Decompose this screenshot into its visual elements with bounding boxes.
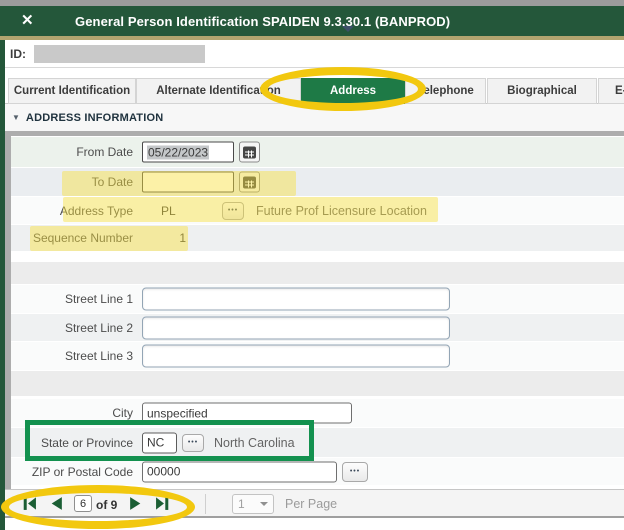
street-line-3-input[interactable] [142, 344, 450, 368]
per-page-label: Per Page [285, 497, 338, 511]
previous-record-button[interactable] [48, 496, 64, 512]
field-row-from-date: From Date 05/22/2023 [11, 137, 624, 167]
field-row-city: City unspecified [11, 399, 624, 427]
tab-email[interactable]: E- [598, 78, 624, 104]
street-line-3-label: Street Line 3 [64, 349, 133, 363]
state-description: North Carolina [214, 435, 295, 450]
id-row: ID: [5, 40, 624, 68]
address-type-label: Address Type [59, 203, 133, 218]
per-page-value: 1 [238, 497, 245, 511]
per-page-select[interactable]: 1 [232, 494, 274, 514]
tab-alternate-identification[interactable]: Alternate Identification [136, 78, 301, 104]
tab-biographical[interactable]: Biographical [487, 78, 597, 104]
state-value: NC [147, 435, 165, 450]
calendar-icon [243, 146, 256, 158]
last-record-icon [155, 497, 168, 510]
page-title: General Person Identification SPAIDEN 9.… [75, 14, 451, 29]
pagination-divider [205, 494, 206, 514]
id-label: ID: [10, 47, 26, 61]
state-lookup-button[interactable]: ••• [182, 433, 204, 452]
first-record-button[interactable] [21, 496, 37, 512]
collapse-caret-icon: ▼ [12, 113, 20, 122]
from-date-calendar-button[interactable] [239, 141, 260, 163]
field-row-address-type: Address Type PL ••• Future Prof Licensur… [11, 197, 624, 224]
last-record-button[interactable] [154, 496, 170, 512]
tab-telephone[interactable]: Telephone [405, 78, 486, 104]
record-pagination-bar: 6 of 9 1 Per Page [5, 489, 624, 518]
state-input[interactable]: NC [142, 432, 177, 453]
state-label: State or Province [40, 435, 133, 450]
address-type-value[interactable]: PL [161, 204, 176, 218]
to-date-input[interactable] [142, 171, 234, 193]
zip-input[interactable]: 00000 [142, 461, 337, 482]
from-date-value: 05/22/2023 [147, 145, 210, 159]
next-record-button[interactable] [127, 496, 143, 512]
bottom-margin [5, 520, 624, 530]
field-row-sequence-number: Sequence Number 1 [11, 225, 624, 251]
city-value: unspecified [147, 406, 208, 420]
chevron-down-icon [260, 502, 268, 510]
sequence-number-label: Sequence Number [32, 231, 133, 245]
street-line-1-label: Street Line 1 [64, 292, 133, 306]
field-row-street-line-3: Street Line 3 [11, 342, 624, 370]
city-input[interactable]: unspecified [142, 402, 352, 424]
first-record-icon [23, 497, 36, 510]
tab-bar: Current Identification Alternate Identif… [5, 78, 624, 104]
next-record-icon [129, 497, 140, 510]
zip-label: ZIP or Postal Code [31, 464, 133, 479]
to-date-calendar-button[interactable] [239, 171, 260, 193]
previous-record-icon [51, 497, 62, 510]
active-tab-pointer-icon [342, 26, 354, 38]
field-row-state: State or Province NC ••• North Carolina [11, 428, 624, 457]
spaiden-window: ✕ General Person Identification SPAIDEN … [0, 0, 624, 530]
tab-current-identification[interactable]: Current Identification [8, 78, 136, 104]
field-row-street-line-2: Street Line 2 [11, 314, 624, 341]
current-page-box[interactable]: 6 [74, 495, 92, 512]
to-date-label: To Date [91, 175, 133, 189]
title-bar: ✕ General Person Identification SPAIDEN … [0, 6, 624, 36]
page-count-label: of 9 [96, 498, 118, 512]
section-title: ADDRESS INFORMATION [25, 111, 164, 124]
address-type-description: Future Prof Licensure Location [256, 203, 427, 218]
field-row-zip: ZIP or Postal Code 00000 ••• [11, 458, 624, 485]
address-information-section-header[interactable]: ▼ ADDRESS INFORMATION [5, 104, 624, 131]
close-icon[interactable]: ✕ [21, 13, 34, 29]
address-type-lookup-button[interactable]: ••• [222, 201, 244, 220]
street-line-1-input[interactable] [142, 287, 450, 311]
panel-top-border [5, 131, 624, 136]
street-line-2-label: Street Line 2 [64, 320, 133, 335]
tab-address[interactable]: Address [301, 78, 405, 104]
zip-lookup-button[interactable]: ••• [342, 461, 368, 482]
sequence-number-value[interactable]: 1 [142, 231, 186, 245]
city-label: City [112, 406, 133, 420]
street-line-2-input[interactable] [142, 316, 450, 339]
calendar-icon [243, 176, 256, 188]
from-date-label: From Date [76, 145, 133, 159]
field-row-street-line-1: Street Line 1 [11, 285, 624, 313]
empty-row-band [11, 371, 624, 396]
empty-row-band [11, 262, 624, 284]
id-value-redacted [34, 45, 205, 63]
field-row-to-date: To Date [11, 168, 624, 196]
from-date-input[interactable]: 05/22/2023 [142, 141, 234, 163]
zip-value: 00000 [147, 464, 181, 479]
